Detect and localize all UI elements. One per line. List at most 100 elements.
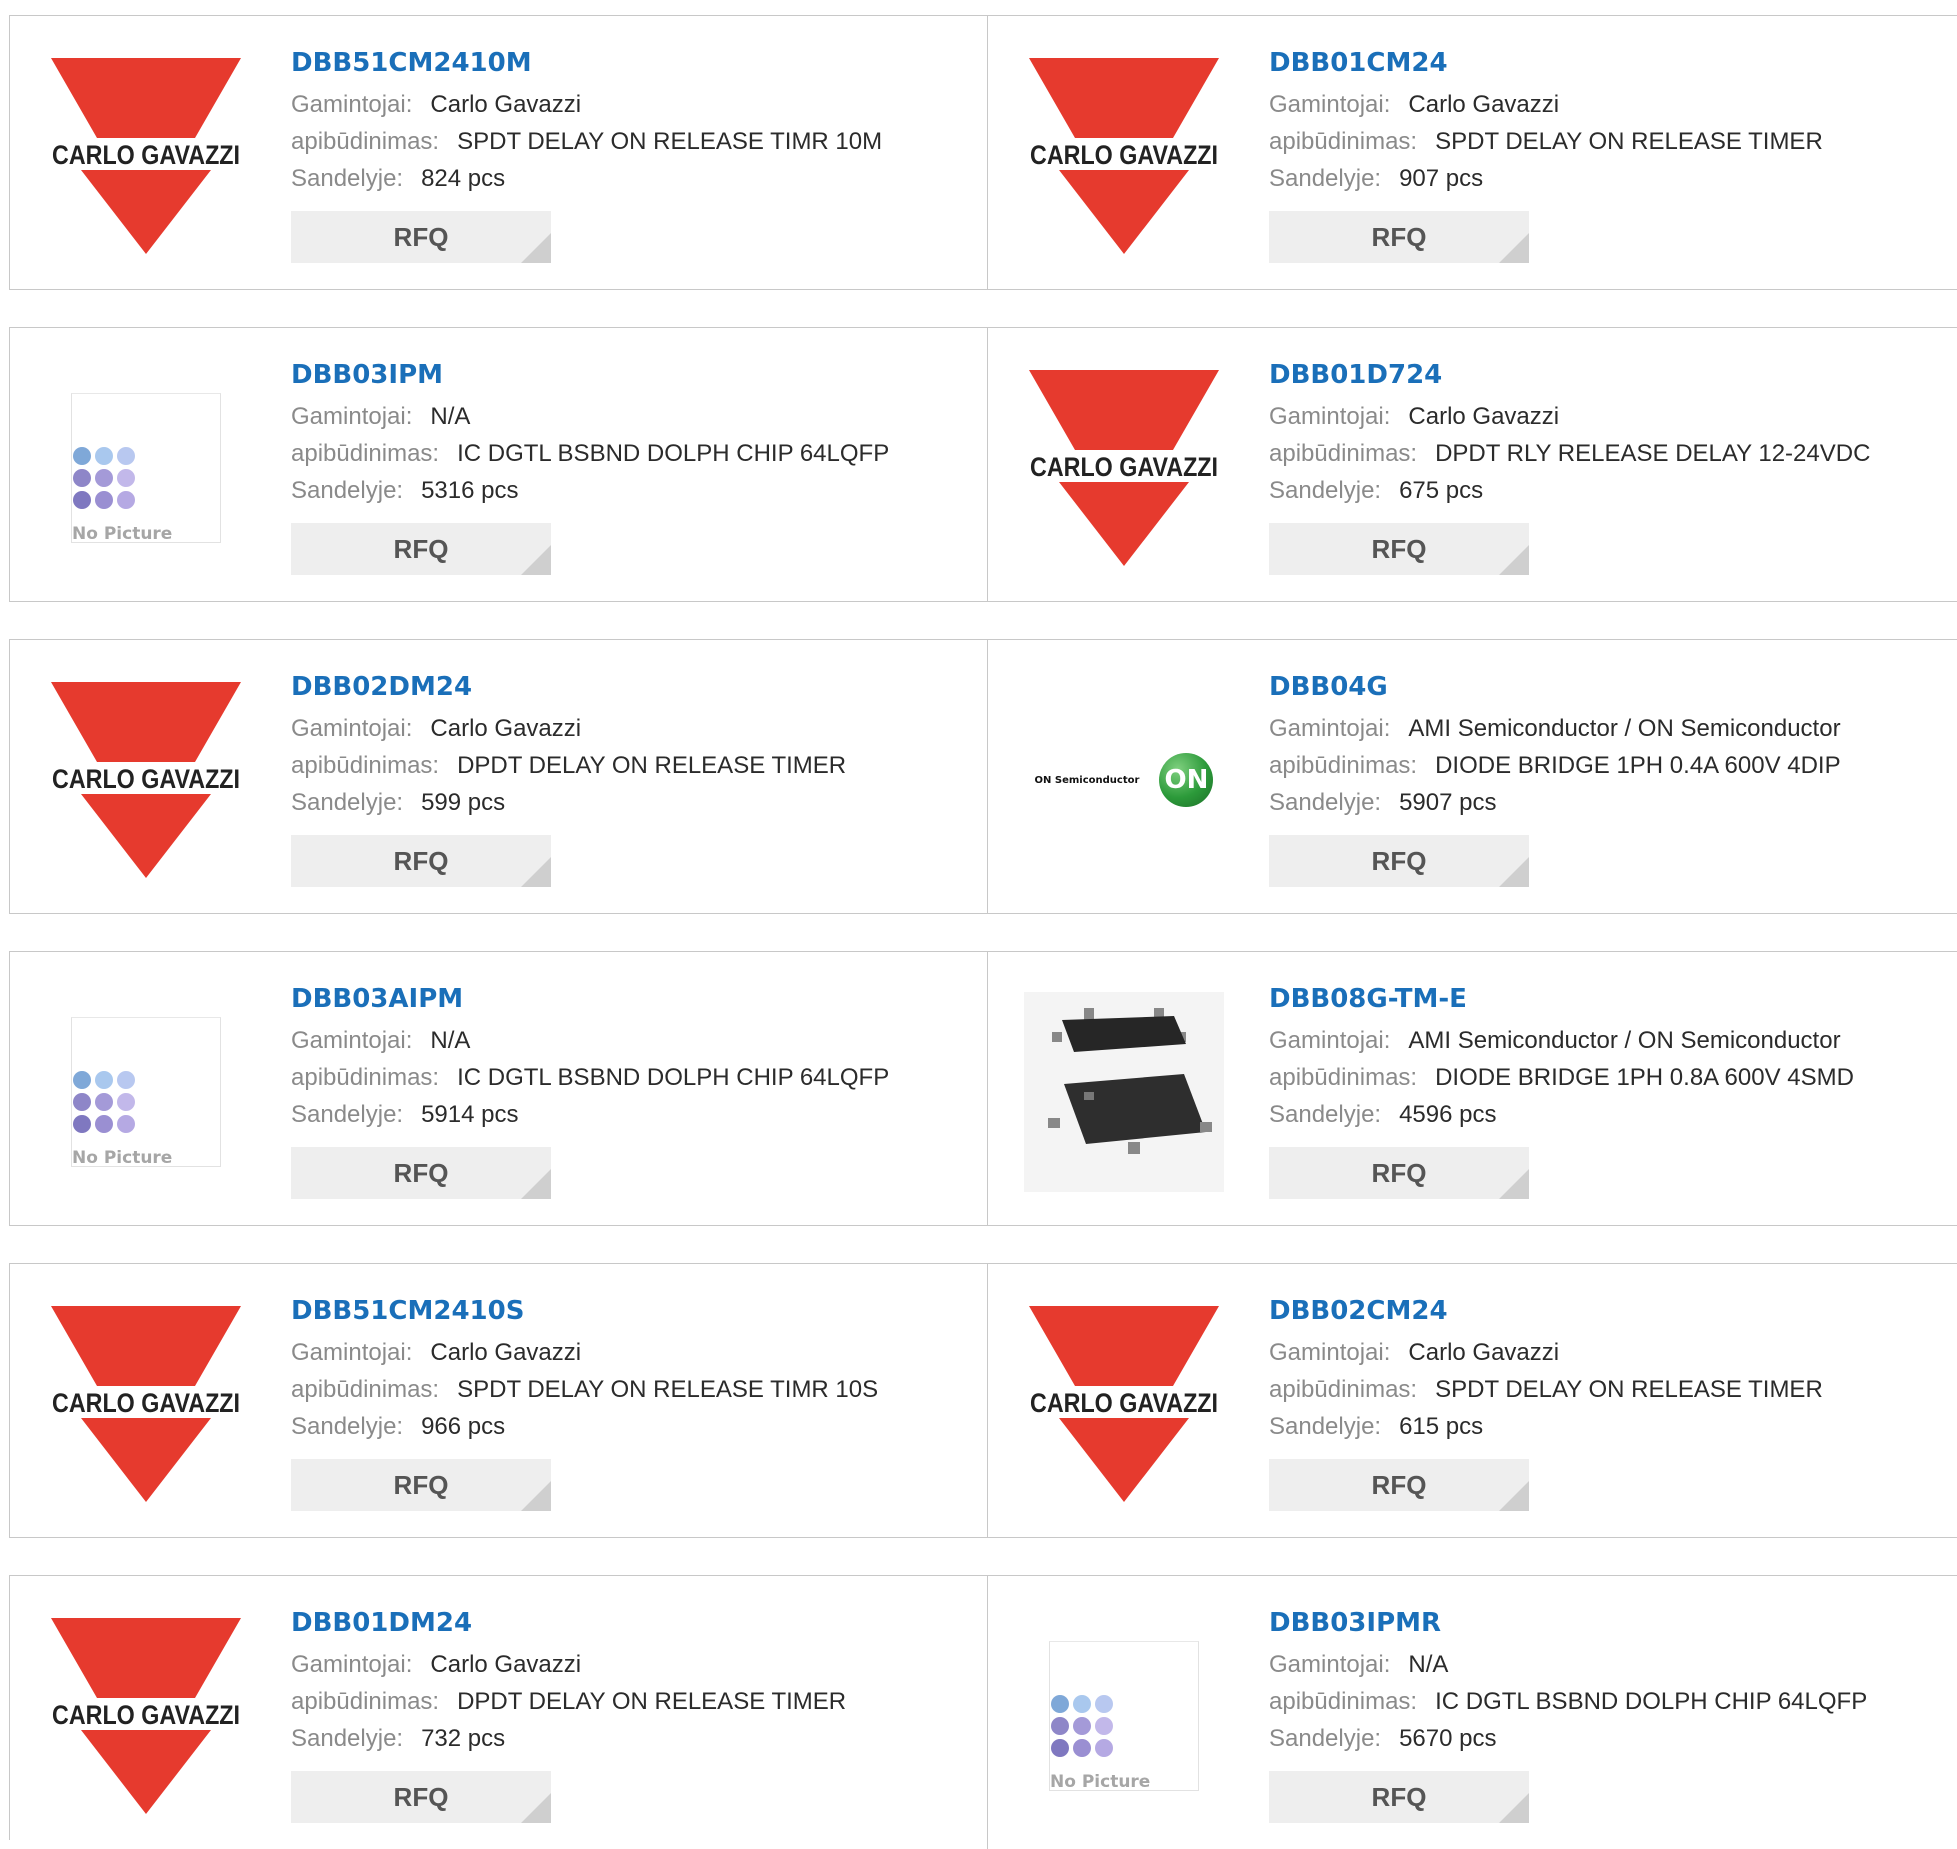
description-row: apibūdinimas: DIODE BRIDGE 1PH 0.4A 600V … <box>1269 747 1938 784</box>
description-value: DPDT RLY RELEASE DELAY 12-24VDC <box>1435 440 1871 467</box>
description-label: apibūdinimas: <box>1269 752 1418 779</box>
description-label: apibūdinimas: <box>291 128 440 155</box>
product-row: No Picture DBB03AIPM Gamintojai: N/A apib… <box>9 951 1957 1226</box>
product-info: DBB01DM24 Gamintojai: Carlo Gavazzi apibū… <box>291 1606 967 1823</box>
manufacturer-row: Gamintojai: N/A <box>291 1022 967 1059</box>
part-number-link[interactable]: DBB02DM24 <box>291 670 967 710</box>
product-info: DBB51CM2410S Gamintojai: Carlo Gavazzi ap… <box>291 1294 967 1511</box>
product-grid: CARLO GAVAZZI DBB51CM2410M Gamintojai: Ca… <box>0 0 1957 1849</box>
product-info: DBB51CM2410M Gamintojai: Carlo Gavazzi ap… <box>291 46 967 263</box>
stock-value: 5914 pcs <box>421 1101 519 1128</box>
part-number-link[interactable]: DBB04G <box>1269 670 1938 710</box>
carlo-gavazzi-logo: CARLO GAVAZZI <box>51 682 241 878</box>
no-picture-placeholder: No Picture <box>1049 1641 1199 1792</box>
carlo-gavazzi-wordmark: CARLO GAVAZZI <box>52 1388 240 1418</box>
part-number-link[interactable]: DBB51CM2410S <box>291 1294 967 1334</box>
rfq-button-label: RFQ <box>1371 1158 1427 1188</box>
part-number-link[interactable]: DBB02CM24 <box>1269 1294 1938 1334</box>
product-card: CARLO GAVAZZI DBB01D724 Gamintojai: Carlo… <box>988 328 1957 601</box>
product-image[interactable]: ON Semiconductor ON <box>1024 680 1224 880</box>
product-card: CARLO GAVAZZI DBB01DM24 Gamintojai: Carlo… <box>10 1576 988 1849</box>
product-image[interactable]: CARLO GAVAZZI <box>1024 1304 1224 1504</box>
part-number-link[interactable]: DBB51CM2410M <box>291 46 967 86</box>
rfq-button[interactable]: RFQ <box>1269 1147 1529 1199</box>
stock-value: 675 pcs <box>1399 477 1484 504</box>
product-card: CARLO GAVAZZI DBB51CM2410S Gamintojai: Ca… <box>10 1264 988 1537</box>
stock-row: Sandelyje: 675 pcs <box>1269 472 1938 509</box>
chip-photo <box>1024 992 1224 1192</box>
manufacturer-row: Gamintojai: N/A <box>291 398 967 435</box>
stock-value: 5907 pcs <box>1399 789 1497 816</box>
rfq-button-label: RFQ <box>1371 846 1427 876</box>
rfq-button[interactable]: RFQ <box>291 523 551 575</box>
product-card: DBB08G-TM-E Gamintojai: AMI Semiconductor… <box>988 952 1957 1225</box>
corner-triangle-icon <box>1499 1481 1529 1511</box>
no-picture-placeholder: No Picture <box>71 1017 221 1168</box>
product-card: CARLO GAVAZZI DBB02CM24 Gamintojai: Carlo… <box>988 1264 1957 1537</box>
product-image[interactable]: CARLO GAVAZZI <box>46 56 246 256</box>
product-image[interactable]: CARLO GAVAZZI <box>1024 56 1224 256</box>
rfq-button[interactable]: RFQ <box>1269 835 1529 887</box>
on-semiconductor-logo: ON Semiconductor ON <box>1035 753 1214 807</box>
product-image[interactable]: CARLO GAVAZZI <box>46 680 246 880</box>
manufacturer-row: Gamintojai: Carlo Gavazzi <box>1269 398 1938 435</box>
stock-value: 5316 pcs <box>421 477 519 504</box>
stock-row: Sandelyje: 907 pcs <box>1269 160 1938 197</box>
manufacturer-label: Gamintojai: <box>1269 91 1391 118</box>
rfq-button[interactable]: RFQ <box>291 1459 551 1511</box>
description-value: SPDT DELAY ON RELEASE TIMR 10M <box>457 128 883 155</box>
part-number-link[interactable]: DBB01DM24 <box>291 1606 967 1646</box>
product-image[interactable]: CARLO GAVAZZI <box>46 1304 246 1504</box>
rfq-button[interactable]: RFQ <box>291 835 551 887</box>
rfq-button-label: RFQ <box>393 1782 449 1812</box>
rfq-button[interactable]: RFQ <box>1269 211 1529 263</box>
manufacturer-value: AMI Semiconductor / ON Semiconductor <box>1408 1027 1841 1054</box>
stock-label: Sandelyje: <box>291 165 404 192</box>
rfq-button[interactable]: RFQ <box>1269 1771 1529 1823</box>
no-picture-icon <box>1051 1695 1113 1757</box>
stock-value: 615 pcs <box>1399 1413 1484 1440</box>
rfq-button-label: RFQ <box>393 222 449 252</box>
on-semi-ball-icon: ON <box>1159 753 1214 807</box>
stock-label: Sandelyje: <box>1269 477 1382 504</box>
description-row: apibūdinimas: SPDT DELAY ON RELEASE TIMER <box>1269 123 1938 160</box>
product-card: No Picture DBB03AIPM Gamintojai: N/A apib… <box>10 952 988 1225</box>
rfq-button[interactable]: RFQ <box>291 1147 551 1199</box>
description-row: apibūdinimas: IC DGTL BSBND DOLPH CHIP 64… <box>1269 1683 1938 1720</box>
part-number-link[interactable]: DBB03AIPM <box>291 982 967 1022</box>
product-image[interactable] <box>1024 992 1224 1192</box>
part-number-link[interactable]: DBB01CM24 <box>1269 46 1938 86</box>
product-card: CARLO GAVAZZI DBB51CM2410M Gamintojai: Ca… <box>10 16 988 289</box>
part-number-link[interactable]: DBB03IPM <box>291 358 967 398</box>
product-info: DBB02DM24 Gamintojai: Carlo Gavazzi apibū… <box>291 670 967 887</box>
manufacturer-row: Gamintojai: AMI Semiconductor / ON Semico… <box>1269 710 1938 747</box>
manufacturer-row: Gamintojai: Carlo Gavazzi <box>1269 1334 1938 1371</box>
stock-value: 732 pcs <box>421 1725 506 1752</box>
carlo-gavazzi-logo: CARLO GAVAZZI <box>1029 1306 1219 1502</box>
carlo-gavazzi-logo: CARLO GAVAZZI <box>1029 370 1219 566</box>
part-number-link[interactable]: DBB08G-TM-E <box>1269 982 1938 1022</box>
description-value: IC DGTL BSBND DOLPH CHIP 64LQFP <box>1435 1688 1868 1715</box>
product-image[interactable]: No Picture <box>46 368 246 568</box>
product-image[interactable]: CARLO GAVAZZI <box>46 1616 246 1816</box>
rfq-button[interactable]: RFQ <box>1269 1459 1529 1511</box>
product-card: CARLO GAVAZZI DBB01CM24 Gamintojai: Carlo… <box>988 16 1957 289</box>
product-image[interactable]: No Picture <box>46 992 246 1192</box>
rfq-button[interactable]: RFQ <box>291 211 551 263</box>
manufacturer-value: Carlo Gavazzi <box>430 715 582 742</box>
corner-triangle-icon <box>521 857 551 887</box>
description-value: DPDT DELAY ON RELEASE TIMER <box>457 752 847 779</box>
part-number-link[interactable]: DBB01D724 <box>1269 358 1938 398</box>
rfq-button[interactable]: RFQ <box>291 1771 551 1823</box>
product-image[interactable]: CARLO GAVAZZI <box>1024 368 1224 568</box>
description-label: apibūdinimas: <box>291 1064 440 1091</box>
carlo-gavazzi-wordmark: CARLO GAVAZZI <box>52 1700 240 1730</box>
rfq-button[interactable]: RFQ <box>1269 523 1529 575</box>
description-label: apibūdinimas: <box>1269 128 1418 155</box>
manufacturer-row: Gamintojai: N/A <box>1269 1646 1938 1683</box>
rfq-button-label: RFQ <box>393 1158 449 1188</box>
part-number-link[interactable]: DBB03IPMR <box>1269 1606 1938 1646</box>
manufacturer-value: N/A <box>1408 1651 1449 1678</box>
product-image[interactable]: No Picture <box>1024 1616 1224 1816</box>
description-row: apibūdinimas: SPDT DELAY ON RELEASE TIMER <box>1269 1371 1938 1408</box>
